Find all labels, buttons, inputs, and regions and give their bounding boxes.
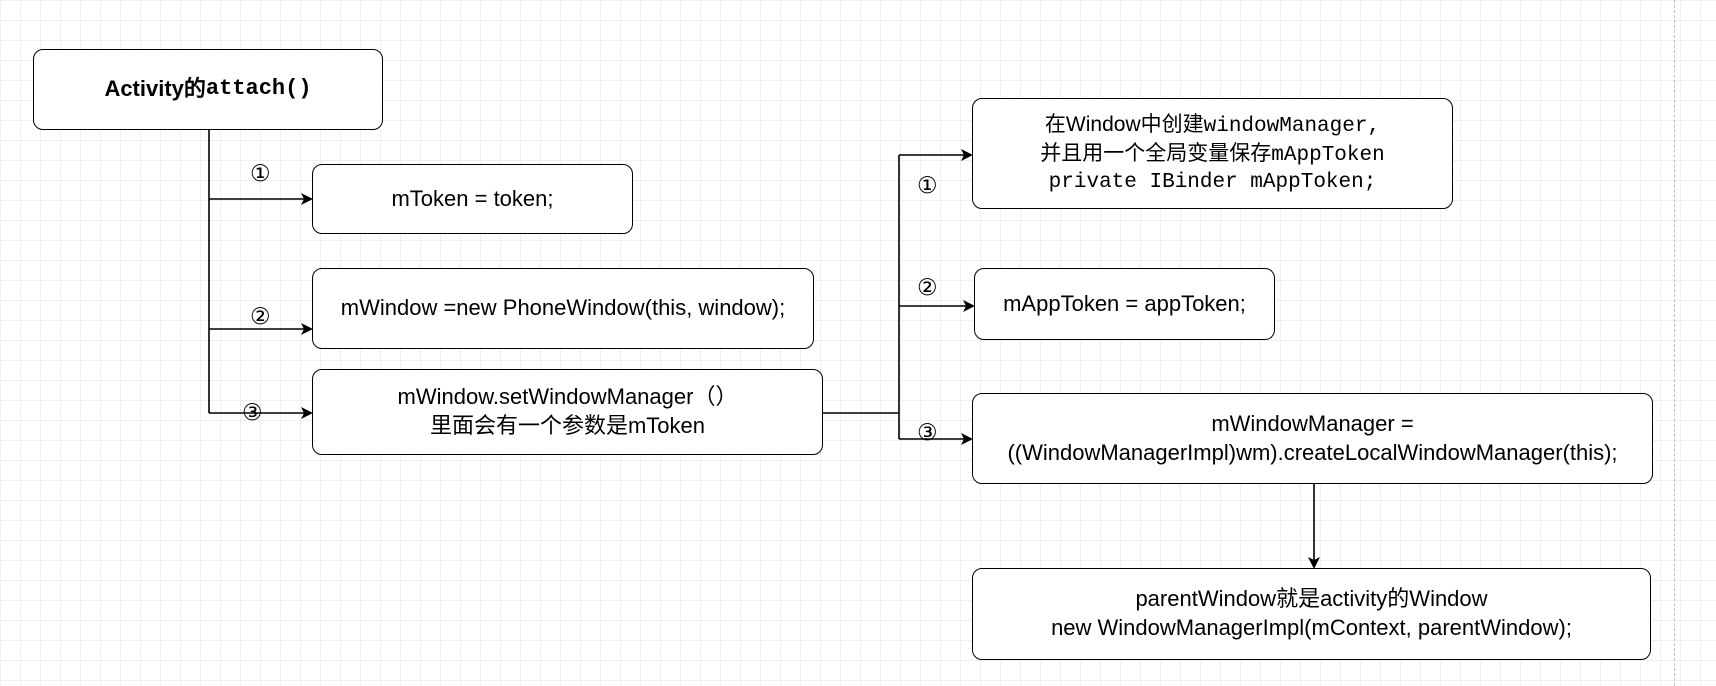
set-window-manager-line2: 里面会有一个参数是mToken <box>429 413 706 438</box>
title-code: attach() <box>205 76 312 102</box>
left-step-2: ② <box>250 304 271 330</box>
app-token-box: mAppToken = appToken; <box>974 268 1275 340</box>
create-wm-line1-plain: 在Window中创建 <box>1044 112 1204 136</box>
create-wm-line2-code: mAppToken <box>1271 143 1385 167</box>
window-manager-impl-box: parentWindow就是activity的Window new Window… <box>972 568 1651 660</box>
local-wm-line1: mWindowManager = <box>1211 410 1414 436</box>
title-plain: Activity的 <box>104 76 206 102</box>
page-divider <box>1674 0 1675 686</box>
wm-impl-line2: new WindowManagerImpl(mContext, parentWi… <box>1051 615 1572 640</box>
title-box: Activity的 attach() <box>33 49 383 130</box>
mtoken-box: mToken = token; <box>312 164 633 234</box>
create-wm-line2-plain: 并且用一个全局变量保存 <box>1040 141 1272 165</box>
wm-impl-line1: parentWindow就是activity的Window <box>1135 586 1488 612</box>
mtoken-text: mToken = token; <box>391 185 554 211</box>
create-wm-line1: 在Window中创建windowManager, <box>1045 111 1380 140</box>
mwindow-box: mWindow =new PhoneWindow(this, window); <box>312 268 814 349</box>
local-wm-line2: ((WindowManagerImpl)wm).createLocalWindo… <box>1007 439 1618 465</box>
set-window-manager-line1: mWindow.setWindowManager（） <box>397 384 738 410</box>
create-wm-line1-code: windowManager, <box>1203 114 1381 138</box>
create-wm-line2: 并且用一个全局变量保存mAppToken <box>1040 140 1384 169</box>
right-step-1: ① <box>917 173 938 199</box>
create-wm-line3: private IBinder mAppToken; <box>1048 171 1377 195</box>
app-token-text: mAppToken = appToken; <box>1003 290 1246 316</box>
left-step-3: ③ <box>242 400 263 426</box>
set-window-manager-box: mWindow.setWindowManager（） 里面会有一个参数是mTok… <box>312 369 823 455</box>
right-step-3: ③ <box>917 420 938 446</box>
right-step-2: ② <box>917 275 938 301</box>
local-window-manager-box: mWindowManager = ((WindowManagerImpl)wm)… <box>972 393 1653 484</box>
left-step-1: ① <box>250 161 271 187</box>
mwindow-text: mWindow =new PhoneWindow(this, window); <box>340 295 786 321</box>
create-window-manager-box: 在Window中创建windowManager, 并且用一个全局变量保存mApp… <box>972 98 1453 209</box>
